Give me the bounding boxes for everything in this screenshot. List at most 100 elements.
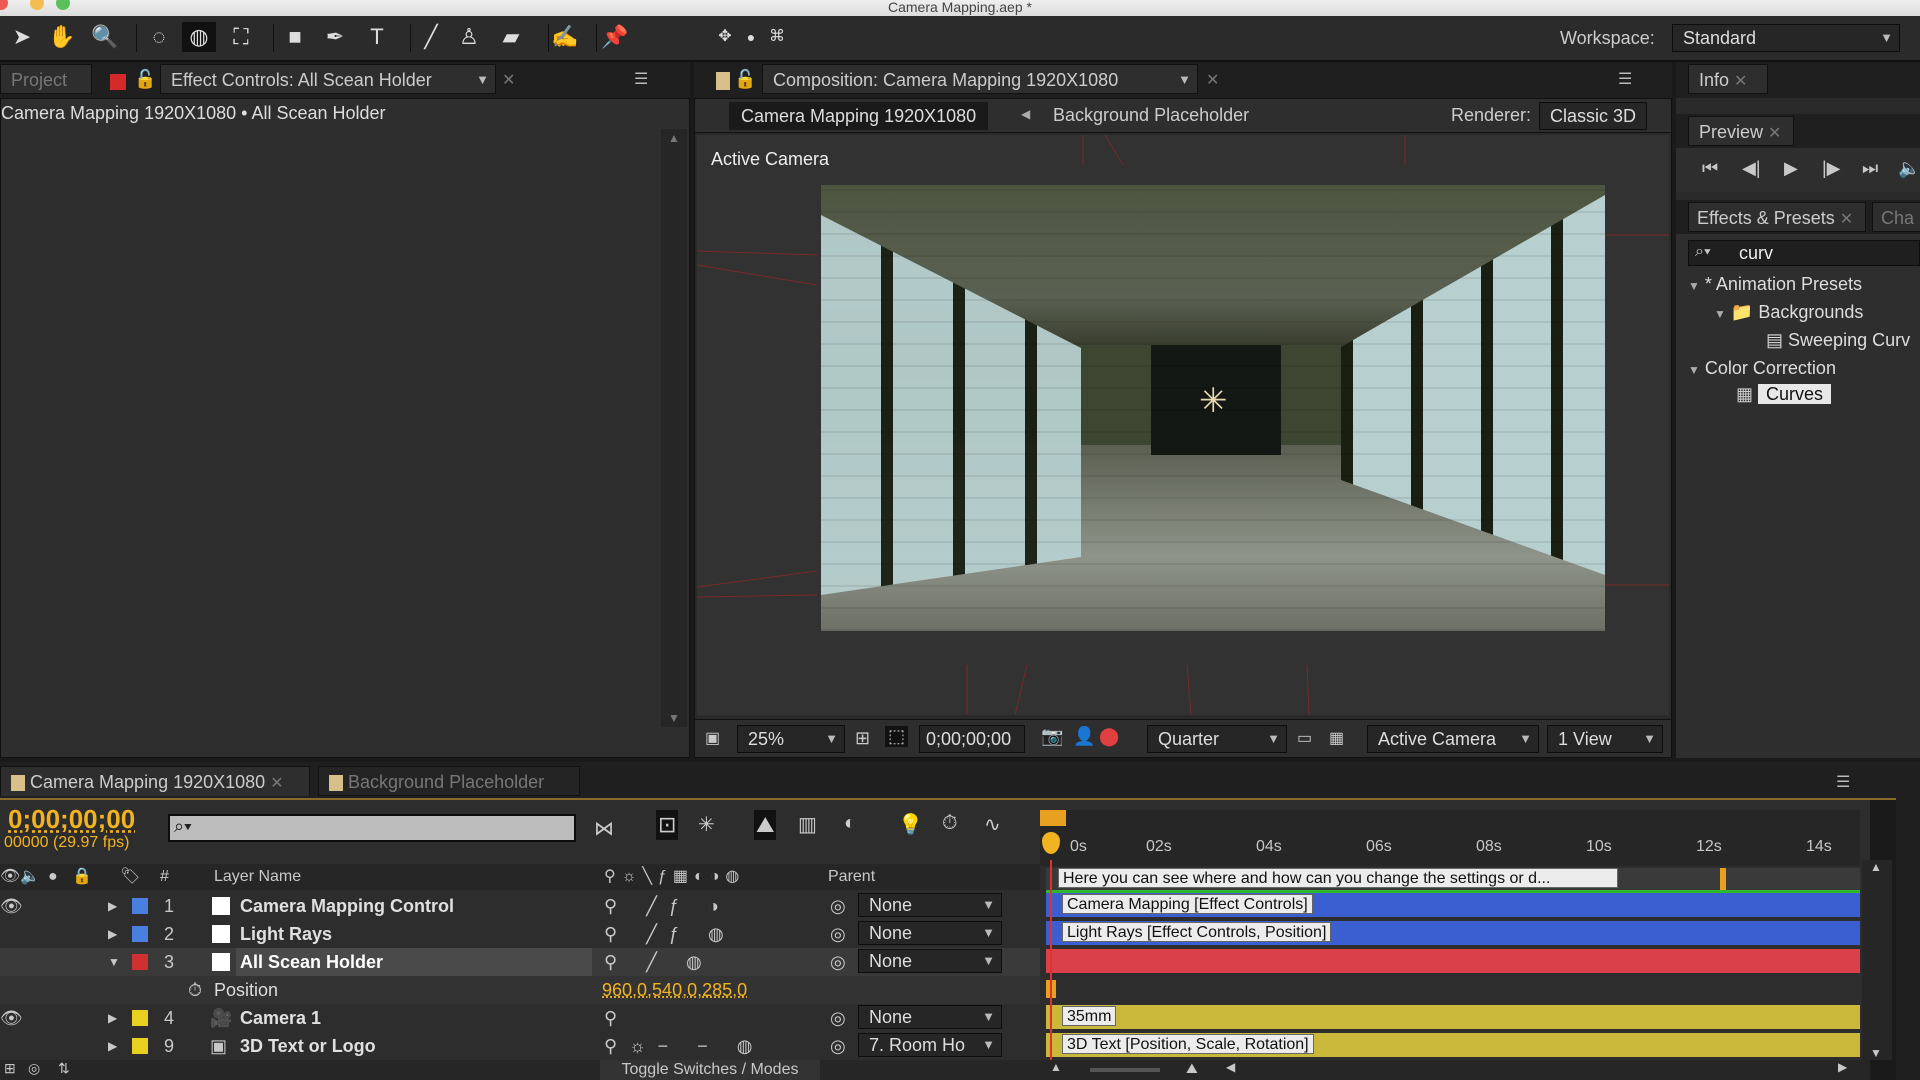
video-toggle-icon[interactable]: 👁 (0, 864, 20, 890)
region-of-interest-icon[interactable]: ▭ (1297, 728, 1312, 748)
in-out-toggle-icon[interactable]: ⇅ (58, 1060, 70, 1077)
expand-arrow-icon[interactable]: ▶ (108, 1032, 117, 1060)
renderer-button[interactable]: Classic 3D (1539, 102, 1648, 130)
close-icon[interactable]: ✕ (1840, 211, 1853, 228)
close-icon[interactable]: ✕ (270, 775, 283, 792)
parent-dropdown[interactable]: None ▼ (858, 949, 1002, 973)
scroll-up-icon[interactable]: ▲ (668, 131, 680, 145)
pickwhip-icon[interactable]: ◎ (830, 892, 846, 920)
layer-label-color[interactable] (132, 898, 148, 914)
property-row[interactable]: ⏱ Position 960,0,540,0,285,0 (0, 976, 1040, 1004)
solo-toggle-icon[interactable]: ● (48, 864, 58, 890)
view-layout-dropdown[interactable]: 1 View ▼ (1547, 725, 1663, 753)
graph-editor-icon[interactable]: ∿ (984, 812, 1001, 837)
mask-visibility-icon[interactable]: ⬚ (885, 726, 909, 747)
tree-curves[interactable]: ▦ Curves (1736, 384, 1832, 405)
timeline-zoom-slider[interactable] (1090, 1068, 1160, 1072)
tree-animation-presets[interactable]: ▼ * Animation Presets (1688, 274, 1862, 295)
layer-duration-bar[interactable]: 3D Text [Position, Scale, Rotation] (1046, 1033, 1860, 1057)
scroll-up-icon[interactable]: ▲ (1870, 860, 1882, 874)
minimize-window-button[interactable] (30, 0, 44, 10)
frame-blending-icon[interactable]: ▥ (798, 812, 817, 837)
expand-arrow-icon[interactable]: ▶ (108, 1004, 117, 1032)
pen-tool-icon[interactable]: ✒ (318, 22, 352, 52)
stopwatch-icon[interactable]: ⏱ (942, 812, 958, 835)
parent-dropdown[interactable]: None ▼ (858, 921, 1002, 945)
draft-3d-icon[interactable]: ✳ (698, 812, 715, 837)
comment-end-marker[interactable] (1720, 868, 1726, 890)
label-tag-icon[interactable]: 🏷 (120, 864, 140, 890)
work-area-start-handle[interactable] (1040, 810, 1066, 826)
timeline-vertical-scrollbar[interactable]: ▲ ▼ (1862, 860, 1892, 1060)
lock-icon[interactable]: 🔓 (734, 69, 756, 90)
effects-search-input[interactable]: ⌕▾ curv (1688, 240, 1920, 266)
layer-switches[interactable]: ⚲ ╱ƒ ◑ (604, 892, 731, 920)
clone-stamp-tool-icon[interactable]: ♙ (452, 22, 486, 52)
first-frame-icon[interactable]: ⏮ (1702, 158, 1718, 179)
layer-switches[interactable]: ⚲ ╱ƒ ◍ (604, 920, 736, 948)
parent-dropdown[interactable]: None ▼ (858, 1005, 1002, 1029)
brainstorm-icon[interactable]: 💡 (898, 812, 923, 837)
puppet-pin-tool-icon[interactable]: 📌 (598, 22, 632, 52)
tab-timeline-background[interactable]: Background Placeholder (318, 766, 580, 796)
layer-switches[interactable]: ⚲ (604, 1004, 617, 1032)
always-preview-icon[interactable]: ▣ (705, 728, 720, 748)
panel-menu-icon[interactable]: ☰ (634, 69, 648, 89)
layer-row[interactable]: ▶ 9 ▣ 3D Text or Logo ⚲☼− − ◍ ◎ 7. Room … (0, 1032, 1040, 1060)
timeline-search-input[interactable]: ⌕▾ (168, 814, 576, 842)
composition-viewer[interactable]: Active Camera ✳ (697, 135, 1669, 715)
workspace-dropdown[interactable]: Standard ▼ (1672, 24, 1900, 52)
layer-name[interactable]: Camera 1 (240, 1004, 321, 1032)
layer-name[interactable]: Light Rays (240, 920, 332, 948)
layer-duration-bar[interactable] (1046, 949, 1860, 973)
shy-layers-icon[interactable]: ⛰ (754, 810, 777, 840)
layer-row[interactable]: ▶ 2 Light Rays ⚲ ╱ƒ ◍ ◎ None ▼ (0, 920, 1040, 948)
last-frame-icon[interactable]: ⏭ (1862, 158, 1878, 179)
column-layer-name[interactable]: Layer Name (214, 864, 301, 890)
next-frame-icon[interactable]: |▶ (1822, 158, 1841, 179)
safe-zones-icon[interactable]: ⊞ (855, 728, 870, 749)
scroll-left-icon[interactable]: ◀ (1226, 1060, 1235, 1074)
hand-tool-icon[interactable]: ✋ (45, 22, 79, 52)
current-time-field[interactable]: 0;00;00;00 (919, 725, 1025, 753)
layer-label-color[interactable] (132, 1010, 148, 1026)
audio-toggle-icon[interactable]: 🔈 (20, 864, 40, 890)
tab-effects-presets[interactable]: Effects & Presets ✕ (1688, 202, 1866, 232)
parent-dropdown[interactable]: 7. Room Ho ▼ (858, 1033, 1002, 1057)
live-update-icon[interactable]: ⊡ (656, 810, 679, 840)
layer-switches-toggle-icon[interactable]: ⊞ (4, 1060, 16, 1077)
pickwhip-icon[interactable]: ◎ (830, 1032, 846, 1060)
tree-color-correction[interactable]: ▼ Color Correction (1688, 358, 1836, 379)
eraser-tool-icon[interactable]: ▰ (494, 22, 528, 52)
stopwatch-icon[interactable]: ⏱ (188, 976, 202, 1004)
tab-character[interactable]: Cha (1872, 202, 1920, 232)
tree-backgrounds[interactable]: ▼ 📁 Backgrounds (1714, 302, 1863, 323)
lock-icon[interactable]: 🔓 (134, 69, 156, 90)
motion-blur-icon[interactable]: ◐ (844, 812, 856, 835)
maximize-window-button[interactable] (56, 0, 70, 10)
rotate-tool-icon[interactable]: ◌ (142, 22, 176, 52)
light-point-icon[interactable]: ✳ (1199, 381, 1228, 421)
panel-menu-icon[interactable]: ☰ (1618, 69, 1632, 89)
scroll-down-icon[interactable]: ▼ (668, 711, 680, 725)
layer-row[interactable]: 👁 ▶ 4 🎥 Camera 1 ⚲ ◎ None ▼ (0, 1004, 1040, 1032)
orbit-camera-tool-icon[interactable]: ◍ (182, 22, 216, 52)
roto-brush-tool-icon[interactable]: ✍ (548, 22, 582, 52)
tab-project[interactable]: Project (0, 64, 92, 94)
transparency-grid-icon[interactable]: ▦ (1329, 728, 1344, 748)
layer-row-selected[interactable]: ▼ 3 All Scean Holder ⚲ ╱ ◍ ◎ None ▼ (0, 948, 1040, 976)
layer-name[interactable]: All Scean Holder (236, 948, 592, 976)
close-window-button[interactable] (0, 0, 8, 10)
property-value[interactable]: 960,0,540,0,285,0 (602, 976, 747, 1004)
camera-view-dropdown[interactable]: Active Camera ▼ (1367, 725, 1539, 753)
pickwhip-icon[interactable]: ◎ (830, 948, 846, 976)
rectangle-tool-icon[interactable]: ■ (278, 22, 312, 52)
pickwhip-icon[interactable]: ◎ (830, 920, 846, 948)
close-icon[interactable]: ✕ (502, 70, 515, 90)
layer-switches[interactable]: ⚲ ╱ ◍ (604, 948, 714, 976)
collapse-arrow-icon[interactable]: ▼ (108, 948, 120, 976)
zoom-tool-icon[interactable]: 🔍 (88, 22, 122, 52)
show-snapshot-icon[interactable]: 👤 (1073, 726, 1095, 747)
toggle-switches-modes-button[interactable]: Toggle Switches / Modes (600, 1060, 820, 1080)
play-icon[interactable]: ▶ (1784, 158, 1798, 179)
